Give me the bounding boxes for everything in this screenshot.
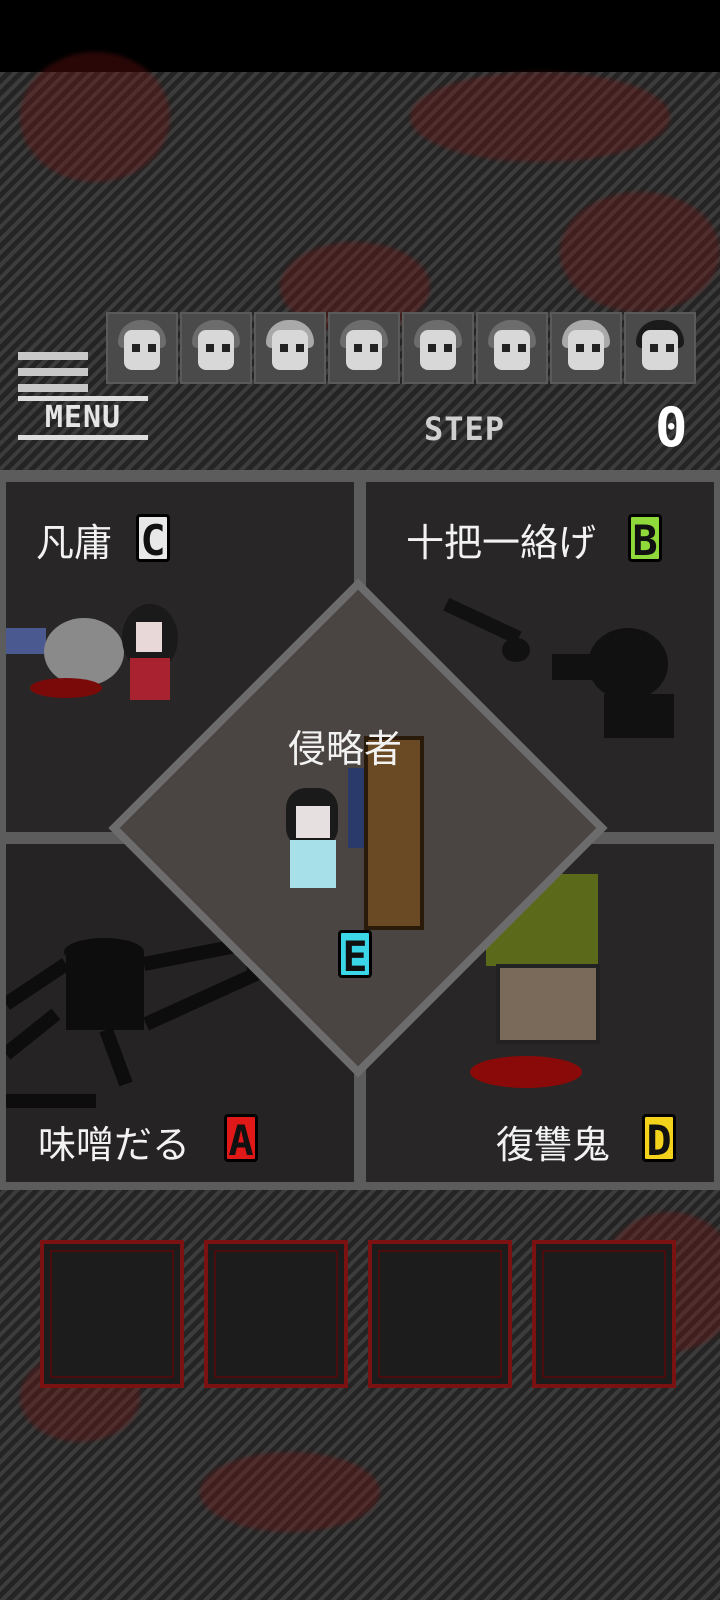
step-counter: 0 <box>655 396 688 459</box>
character-portrait <box>254 312 326 384</box>
menu-label: MENU <box>18 396 148 440</box>
character-portrait <box>402 312 474 384</box>
ending-label: 十把一絡げ <box>406 521 597 565</box>
ending-label: 侵略者 <box>288 727 403 771</box>
ending-label: 味噌だる <box>38 1123 191 1167</box>
step-label: STEP <box>424 410 506 448</box>
menu-button[interactable]: MENU <box>16 352 152 452</box>
grade-badge: B <box>628 514 662 565</box>
inventory-slot[interactable] <box>40 1240 184 1388</box>
character-portrait <box>180 312 252 384</box>
inventory-slot[interactable] <box>532 1240 676 1388</box>
ending-label: 凡庸 <box>36 521 113 565</box>
inventory <box>40 1240 682 1388</box>
center-diamond <box>108 578 608 1078</box>
grade-badge: E <box>338 930 372 981</box>
character-portrait <box>550 312 622 384</box>
inventory-slot[interactable] <box>368 1240 512 1388</box>
grade-badge: A <box>224 1114 258 1165</box>
character-portraits <box>106 312 702 384</box>
ending-panel-center[interactable]: 侵略者 E <box>108 578 608 1078</box>
inventory-slot[interactable] <box>204 1240 348 1388</box>
character-portrait <box>624 312 696 384</box>
grade-badge: D <box>642 1114 676 1165</box>
ending-label: 復讐鬼 <box>496 1123 611 1167</box>
ending-board: 凡庸 C 十把一絡げ B 味噌だる A 復讐鬼 D 侵略者 E <box>0 470 720 1190</box>
hamburger-icon <box>18 352 88 360</box>
character-portrait <box>328 312 400 384</box>
grade-badge: C <box>136 514 170 565</box>
character-portrait <box>476 312 548 384</box>
